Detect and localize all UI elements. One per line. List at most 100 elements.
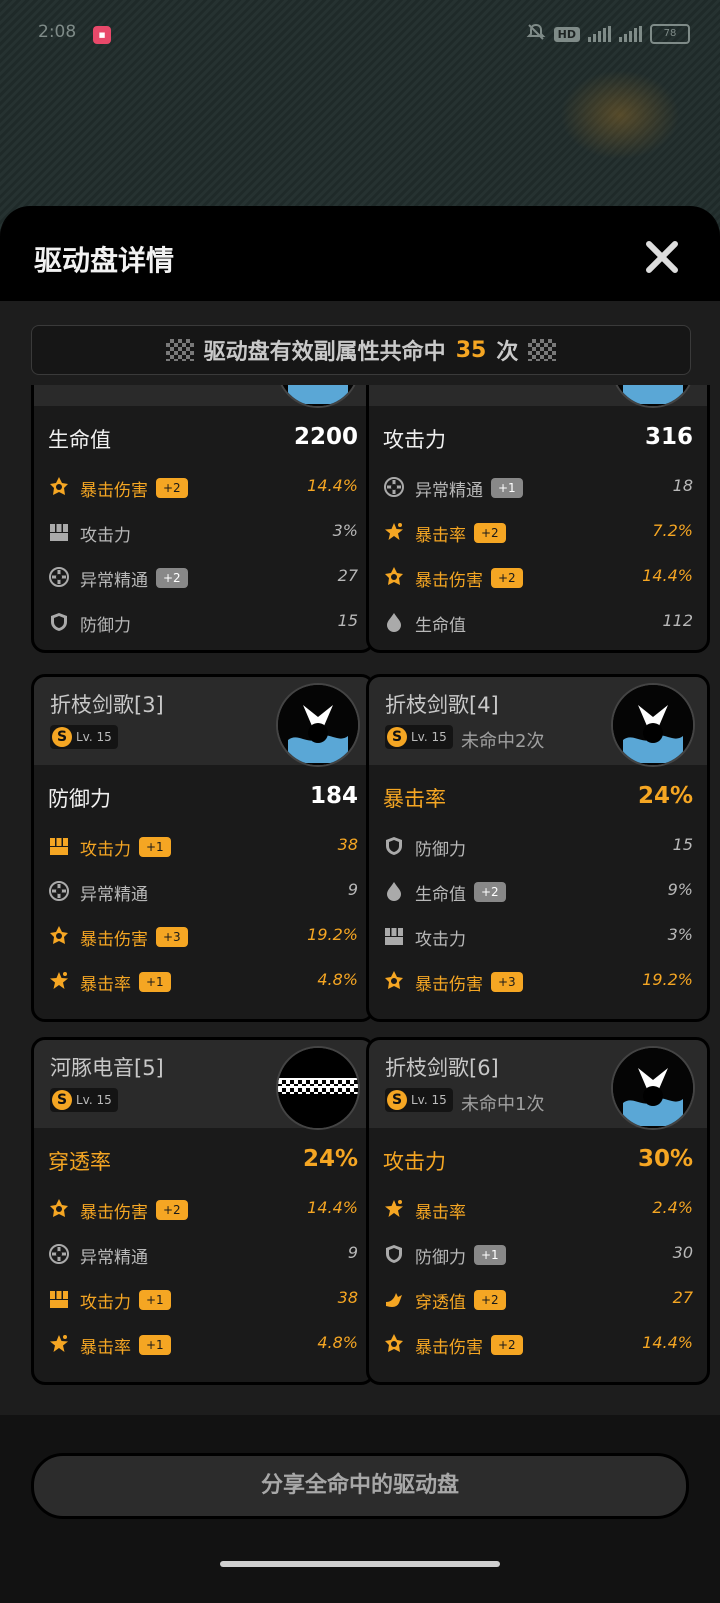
sub-stat-value: 112	[662, 611, 693, 630]
drive-disc-card[interactable]: 生命值 2200 暴击伤害 +2 14.4% 攻击力 3% 异常精通 +2 27 防御力 15	[31, 385, 375, 653]
rank-s-icon: S	[387, 727, 407, 747]
sub-stat: 防御力 15	[369, 825, 707, 870]
card-header	[369, 385, 707, 408]
sub-stat: 攻击力 +1 38	[34, 1278, 372, 1323]
drive-disc-card[interactable]: 折枝剑歌[3] S Lv. 15 防御力 184 攻击力 +1 38 异常精通 9 暴击伤害 +3 19…	[31, 674, 375, 1022]
sub-stat: 生命值 +2 9%	[369, 870, 707, 915]
sub-stat: 攻击力 3%	[34, 511, 372, 556]
sub-stat-value: 14.4%	[642, 1333, 693, 1352]
pen-icon	[383, 1288, 405, 1310]
crit-dmg-icon	[383, 970, 405, 992]
crit-rate-icon	[48, 1333, 70, 1355]
sub-stat-value: 27	[672, 1288, 693, 1307]
upgrade-badge: +1	[139, 1290, 171, 1310]
main-stat-label: 攻击力	[383, 428, 446, 452]
crit-rate-icon	[383, 1198, 405, 1220]
upgrade-badge: +2	[491, 568, 523, 588]
upgrade-badge: +1	[474, 1245, 506, 1265]
upgrade-badge: +2	[156, 478, 188, 498]
disc-art-icon	[276, 385, 360, 408]
disc-grid[interactable]: 生命值 2200 暴击伤害 +2 14.4% 攻击力 3% 异常精通 +2 27 防御力 15 攻击力 3…	[0, 385, 720, 1417]
sub-stat-label: 攻击力	[80, 840, 131, 860]
sub-stat-label: 暴击率	[415, 1203, 466, 1223]
sub-stat-value: 9	[347, 1243, 358, 1262]
sub-stat-value: 19.2%	[307, 925, 358, 944]
banner-suffix: 次	[496, 340, 519, 365]
hp-icon	[383, 611, 405, 633]
drive-disc-card[interactable]: 折枝剑歌[4] S Lv. 15 未命中2次 暴击率 24% 防御力 15 生命值 +2 9% 攻击力…	[366, 674, 710, 1022]
def-icon	[383, 1243, 405, 1265]
crit-dmg-icon	[383, 1333, 405, 1355]
anomaly-icon	[48, 880, 70, 902]
disc-art-icon	[611, 1046, 695, 1130]
sub-stat-label: 攻击力	[80, 526, 131, 546]
level-badge: S Lv. 15	[50, 1088, 118, 1112]
level-text: Lv. 15	[411, 1093, 447, 1107]
banner-prefix: 驱动盘有效副属性共命中	[203, 340, 446, 365]
sub-stat-value: 3%	[667, 925, 693, 944]
signal-icon-2	[619, 26, 642, 42]
drive-disc-card[interactable]: 河豚电音[5] S Lv. 15 穿透率 24% 暴击伤害 +2 14.4% 异常精通 9 攻击力 +…	[31, 1037, 375, 1385]
main-stat-value: 24%	[637, 783, 693, 809]
sub-stat: 暴击伤害 +3 19.2%	[34, 915, 372, 960]
atk-icon	[48, 835, 70, 857]
hd-badge: HD	[553, 26, 580, 42]
sub-stat: 暴击伤害 +3 19.2%	[369, 960, 707, 1005]
main-stat-label: 穿透率	[48, 1150, 111, 1174]
sub-stat-label: 防御力	[415, 1248, 466, 1268]
def-icon	[383, 835, 405, 857]
sub-stat: 暴击伤害 +2 14.4%	[369, 556, 707, 601]
upgrade-badge: +2	[491, 1335, 523, 1355]
upgrade-badge: +2	[156, 568, 188, 588]
drive-disc-card[interactable]: 折枝剑歌[6] S Lv. 15 未命中1次 攻击力 30% 暴击率 2.4% 防御力 +1 30 穿…	[366, 1037, 710, 1385]
sub-stat-value: 7.2%	[652, 521, 693, 540]
sub-stat-label: 异常精通	[415, 481, 483, 501]
sub-stat-value: 38	[337, 835, 358, 854]
sub-stat-label: 攻击力	[415, 930, 466, 950]
level-badge: S Lv. 15	[50, 725, 118, 749]
sub-stat-value: 14.4%	[642, 566, 693, 585]
sub-stat-label: 防御力	[415, 840, 466, 860]
status-icons: HD 78	[526, 22, 690, 46]
rank-s-icon: S	[52, 1090, 72, 1110]
sub-stat: 异常精通 9	[34, 1233, 372, 1278]
upgrade-badge: +1	[491, 478, 523, 498]
sub-stat-label: 穿透值	[415, 1293, 466, 1313]
main-stat: 攻击力 316	[369, 406, 707, 466]
crit-dmg-icon	[48, 476, 70, 498]
disc-art-icon	[611, 683, 695, 767]
hp-icon	[383, 880, 405, 902]
checker-left-icon	[165, 339, 194, 361]
sub-stat: 异常精通 +1 18	[369, 466, 707, 511]
sub-stat: 穿透值 +2 27	[369, 1278, 707, 1323]
level-text: Lv. 15	[411, 730, 447, 744]
share-button[interactable]: 分享全命中的驱动盘	[31, 1453, 689, 1519]
drive-disc-card[interactable]: 攻击力 316 异常精通 +1 18 暴击率 +2 7.2% 暴击伤害 +2 14.4% 生命值 112	[366, 385, 710, 653]
main-stat: 暴击率 24%	[369, 765, 707, 825]
sub-stat-label: 异常精通	[80, 885, 148, 905]
rank-s-icon: S	[52, 727, 72, 747]
sub-stat-label: 生命值	[415, 885, 466, 905]
sheet-header: 驱动盘详情	[0, 209, 720, 301]
close-icon[interactable]	[644, 239, 680, 275]
pink-app-icon: ■	[93, 26, 111, 44]
upgrade-badge: +2	[474, 1290, 506, 1310]
rank-s-icon: S	[387, 1090, 407, 1110]
disc-name: 折枝剑歌[6]	[385, 1056, 499, 1080]
sub-stat-value: 4.8%	[317, 1333, 358, 1352]
sub-stat: 暴击率 2.4%	[369, 1188, 707, 1233]
sub-stat-value: 19.2%	[642, 970, 693, 989]
sub-stat-label: 异常精通	[80, 1248, 148, 1268]
sub-stat: 暴击率 +2 7.2%	[369, 511, 707, 556]
sub-stat-label: 暴击伤害	[80, 481, 148, 501]
home-indicator[interactable]	[220, 1561, 500, 1567]
disc-name: 折枝剑歌[4]	[385, 693, 499, 717]
level-text: Lv. 15	[76, 1093, 112, 1107]
def-icon	[48, 611, 70, 633]
sub-stat: 暴击率 +1 4.8%	[34, 1323, 372, 1368]
sub-stat-label: 异常精通	[80, 571, 148, 591]
sub-stat-value: 9%	[667, 880, 693, 899]
sub-stat-label: 暴击率	[80, 1338, 131, 1358]
atk-icon	[48, 1288, 70, 1310]
sub-stat: 防御力 15	[34, 601, 372, 646]
